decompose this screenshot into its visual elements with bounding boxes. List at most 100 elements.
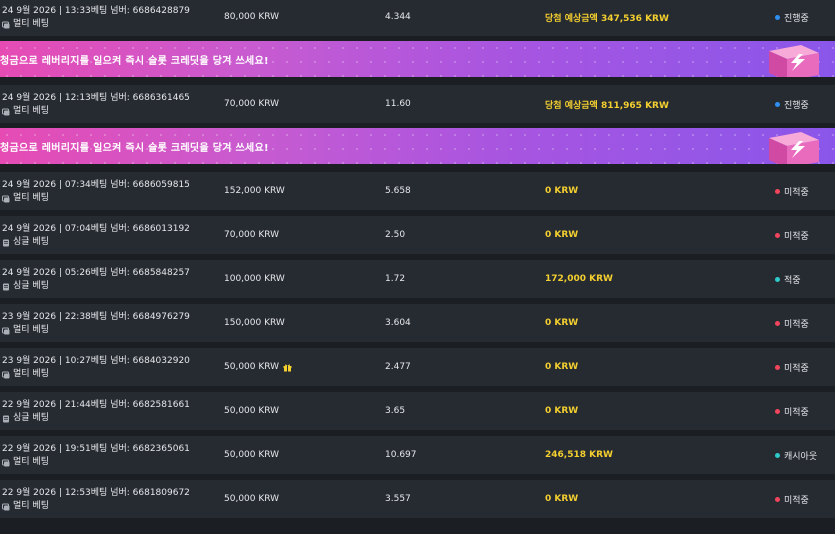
promo-banner[interactable]: 청금으로 레버리지를 일으켜 즉시 슬롯 크레딧을 당겨 쓰세요! <box>0 41 835 77</box>
multi-bet-icon <box>2 371 10 379</box>
bet-row[interactable]: 22 9월 2026 | 21:44베팅 넘버: 6682581661 싱글 베팅… <box>0 392 835 430</box>
bet-odds: 2.50 <box>385 230 406 240</box>
status-label: 캐시아웃 <box>784 451 818 462</box>
status-badge: 진행중 <box>775 0 809 36</box>
status-badge: 미적중 <box>775 392 809 430</box>
bet-row[interactable]: 22 9월 2026 | 19:51베팅 넘버: 6682365061 멀티 베팅… <box>0 436 835 474</box>
bet-info: 24 9월 2026 | 05:26베팅 넘버: 6685848257 싱글 베팅 <box>2 267 217 293</box>
bet-payout: 0 KRW <box>545 406 579 416</box>
bet-history-list: 24 9월 2026 | 13:33베팅 넘버: 6686428879 멀티 베팅… <box>0 0 835 518</box>
bet-odds: 10.697 <box>385 450 417 460</box>
bet-row[interactable]: 24 9월 2026 | 13:33베팅 넘버: 6686428879 멀티 베팅… <box>0 0 835 36</box>
bet-date-number: 22 9월 2026 | 21:44베팅 넘버: 6682581661 <box>2 400 190 410</box>
bet-type: 멀티 베팅 <box>2 192 217 205</box>
status-badge: 미적중 <box>775 304 809 342</box>
status-dot-icon <box>775 276 780 282</box>
bet-date-number: 24 9월 2026 | 07:34베팅 넘버: 6686059815 <box>2 180 190 190</box>
status-dot-icon <box>775 452 780 458</box>
bet-odds: 11.60 <box>385 99 411 109</box>
bet-row[interactable]: 24 9월 2026 | 07:34베팅 넘버: 6686059815 멀티 베팅… <box>0 172 835 210</box>
bet-type-label: 멀티 베팅 <box>13 193 49 203</box>
bet-row[interactable]: 24 9월 2026 | 07:04베팅 넘버: 6686013192 싱글 베팅… <box>0 216 835 254</box>
bet-row[interactable]: 23 9월 2026 | 22:38베팅 넘버: 6684976279 멀티 베팅… <box>0 304 835 342</box>
stake-value: 50,000 KRW <box>224 450 280 460</box>
bet-stake: 70,000 KRW <box>224 85 279 123</box>
bet-type-label: 멀티 베팅 <box>13 501 49 511</box>
bet-stake: 50,000 KRW <box>224 392 279 430</box>
status-dot-icon <box>775 320 780 326</box>
bet-date-number: 22 9월 2026 | 19:51베팅 넘버: 6682365061 <box>2 444 190 454</box>
bet-type: 싱글 베팅 <box>2 280 217 293</box>
single-bet-icon <box>2 415 10 423</box>
bet-type: 멀티 베팅 <box>2 368 217 381</box>
stake-value: 50,000 KRW <box>224 494 280 504</box>
bet-payout: 0 KRW <box>545 230 579 240</box>
status-label: 진행중 <box>784 100 809 111</box>
bet-row[interactable]: 23 9월 2026 | 10:27베팅 넘버: 6684032920 멀티 베팅… <box>0 348 835 386</box>
bet-type-label: 멀티 베팅 <box>13 369 49 379</box>
bet-type-label: 멀티 베팅 <box>13 106 49 116</box>
bet-payout: 0 KRW <box>545 494 579 504</box>
bet-info: 24 9월 2026 | 07:04베팅 넘버: 6686013192 싱글 베팅 <box>2 223 217 249</box>
bet-odds: 2.477 <box>385 362 411 372</box>
lightning-box-icon <box>761 132 821 164</box>
bet-type: 멀티 베팅 <box>2 18 217 31</box>
bet-info: 24 9월 2026 | 13:33베팅 넘버: 6686428879 멀티 베팅 <box>2 5 217 31</box>
status-label: 미적중 <box>784 187 809 198</box>
bet-odds: 5.658 <box>385 186 411 196</box>
status-badge: 미적중 <box>775 216 809 254</box>
bet-date-number: 24 9월 2026 | 13:33베팅 넘버: 6686428879 <box>2 6 190 16</box>
bet-row[interactable]: 24 9월 2026 | 05:26베팅 넘버: 6685848257 싱글 베팅… <box>0 260 835 298</box>
banner-text: 청금으로 레버리지를 일으켜 즉시 슬롯 크레딧을 당겨 쓰세요! <box>0 142 269 154</box>
bet-stake: 50,000 KRW <box>224 436 279 474</box>
bet-row[interactable]: 22 9월 2026 | 12:53베팅 넘버: 6681809672 멀티 베팅… <box>0 480 835 518</box>
bet-date-number: 24 9월 2026 | 12:13베팅 넘버: 6686361465 <box>2 93 190 103</box>
status-label: 미적중 <box>784 495 809 506</box>
promo-banner[interactable]: 청금으로 레버리지를 일으켜 즉시 슬롯 크레딧을 당겨 쓰세요! <box>0 128 835 164</box>
bet-info: 24 9월 2026 | 12:13베팅 넘버: 6686361465 멀티 베팅 <box>2 92 217 118</box>
bet-stake: 50,000 KRW <box>224 480 279 518</box>
lightning-box-icon <box>761 45 821 77</box>
bet-odds: 4.344 <box>385 12 411 22</box>
bet-info: 23 9월 2026 | 22:38베팅 넘버: 6684976279 멀티 베팅 <box>2 311 217 337</box>
bet-info: 23 9월 2026 | 10:27베팅 넘버: 6684032920 멀티 베팅 <box>2 355 217 381</box>
bet-payout: 당첨 예상금액 811,965 KRW <box>545 100 669 111</box>
stake-value: 80,000 KRW <box>224 12 280 22</box>
multi-bet-icon <box>2 459 10 467</box>
multi-bet-icon <box>2 327 10 335</box>
gift-icon <box>283 363 292 372</box>
bet-row[interactable]: 24 9월 2026 | 12:13베팅 넘버: 6686361465 멀티 베팅… <box>0 85 835 123</box>
bet-date-number: 22 9월 2026 | 12:53베팅 넘버: 6681809672 <box>2 488 190 498</box>
bet-date-number: 23 9월 2026 | 10:27베팅 넘버: 6684032920 <box>2 356 190 366</box>
single-bet-icon <box>2 283 10 291</box>
stake-value: 100,000 KRW <box>224 274 285 284</box>
bet-type-label: 싱글 베팅 <box>13 413 49 423</box>
bet-odds: 3.65 <box>385 406 406 416</box>
bet-stake: 100,000 KRW <box>224 260 285 298</box>
bet-info: 24 9월 2026 | 07:34베팅 넘버: 6686059815 멀티 베팅 <box>2 179 217 205</box>
bet-stake: 50,000 KRW <box>224 348 292 386</box>
bet-payout: 0 KRW <box>545 362 579 372</box>
status-badge: 미적중 <box>775 172 809 210</box>
bet-type: 멀티 베팅 <box>2 105 217 118</box>
bet-payout: 246,518 KRW <box>545 450 613 460</box>
status-dot-icon <box>775 188 780 194</box>
status-label: 미적중 <box>784 231 809 242</box>
multi-bet-icon <box>2 195 10 203</box>
stake-value: 152,000 KRW <box>224 186 285 196</box>
status-label: 미적중 <box>784 363 809 374</box>
bet-info: 22 9월 2026 | 19:51베팅 넘버: 6682365061 멀티 베팅 <box>2 443 217 469</box>
status-label: 미적중 <box>784 407 809 418</box>
status-badge: 진행중 <box>775 85 809 123</box>
bet-type: 멀티 베팅 <box>2 456 217 469</box>
bet-stake: 80,000 KRW <box>224 0 279 36</box>
stake-value: 70,000 KRW <box>224 230 280 240</box>
bet-type-label: 싱글 베팅 <box>13 237 49 247</box>
bet-date-number: 24 9월 2026 | 07:04베팅 넘버: 6686013192 <box>2 224 190 234</box>
status-dot-icon <box>775 101 780 107</box>
bet-stake: 150,000 KRW <box>224 304 285 342</box>
status-badge: 미적중 <box>775 480 809 518</box>
bet-type: 싱글 베팅 <box>2 412 217 425</box>
bet-type-label: 멀티 베팅 <box>13 457 49 467</box>
status-badge: 적중 <box>775 260 801 298</box>
